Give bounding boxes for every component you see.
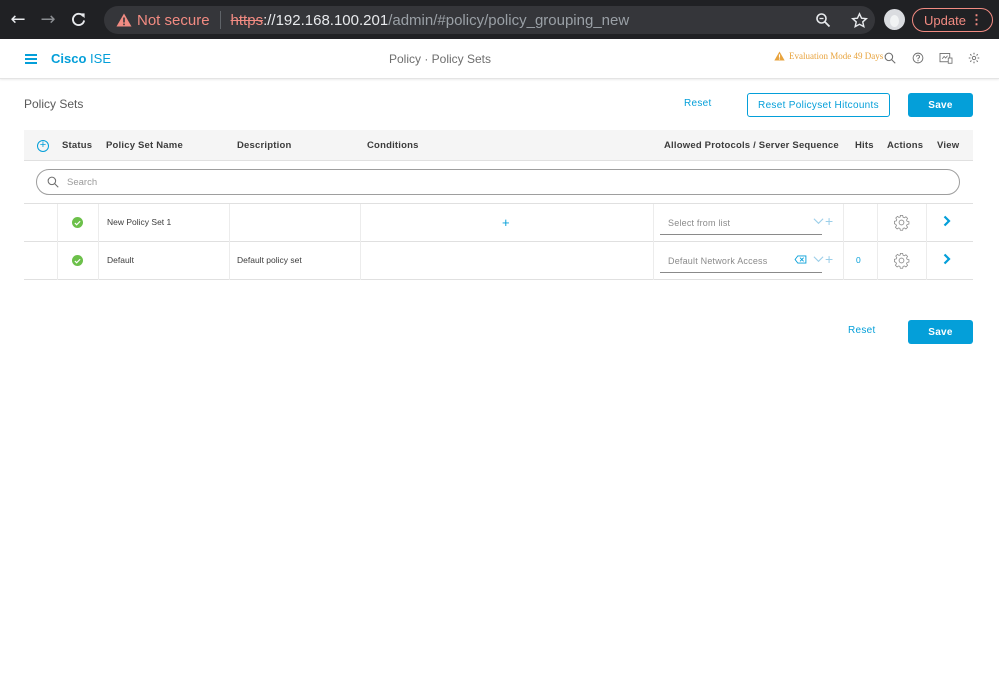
- search-icon[interactable]: [882, 50, 898, 66]
- status-enabled-icon[interactable]: [72, 217, 83, 228]
- update-button[interactable]: Update ⋮: [912, 8, 993, 32]
- settings-icon[interactable]: [966, 50, 982, 66]
- search-input[interactable]: [67, 176, 867, 188]
- update-label: Update: [924, 12, 966, 28]
- footer-save-button[interactable]: Save: [908, 320, 973, 344]
- bookmark-star-icon[interactable]: [849, 10, 869, 30]
- page-title: Policy Sets: [24, 97, 84, 111]
- chevron-right-icon[interactable]: [943, 253, 951, 265]
- col-conditions: Conditions: [367, 140, 419, 151]
- add-sequence-icon[interactable]: +: [825, 213, 833, 229]
- table-row[interactable]: Default Default policy set Default Netwo…: [24, 242, 973, 280]
- forward-button[interactable]: →: [35, 7, 61, 33]
- search-icon: [47, 176, 59, 188]
- search-row: [24, 161, 973, 204]
- browser-toolbar: ← → Not secure https://192.168.100.201/a…: [0, 0, 999, 39]
- footer-reset-button[interactable]: Reset: [848, 325, 876, 336]
- url-text[interactable]: https://192.168.100.201/admin/#policy/po…: [231, 12, 630, 29]
- search-field[interactable]: [36, 169, 960, 195]
- url-scheme: https: [230, 11, 264, 29]
- col-view: View: [937, 140, 960, 151]
- add-sequence-icon[interactable]: +: [825, 251, 833, 267]
- protocol-select-value: Default Network Access: [668, 256, 768, 266]
- hits-count[interactable]: 0: [856, 255, 861, 265]
- policy-set-name[interactable]: New Policy Set 1: [107, 217, 171, 227]
- add-condition-icon[interactable]: +: [502, 215, 510, 230]
- evaluation-notice[interactable]: Evaluation Mode 49 Days: [774, 51, 883, 61]
- status-enabled-icon[interactable]: [72, 255, 83, 266]
- col-hits: Hits: [855, 140, 874, 151]
- chevron-down-icon[interactable]: [813, 217, 824, 225]
- add-policy-set-icon[interactable]: +: [37, 140, 49, 152]
- url-path: /admin/#policy/policy_grouping_new: [388, 11, 630, 29]
- reload-button[interactable]: [65, 7, 91, 33]
- reset-hitcounts-button[interactable]: Reset Policyset Hitcounts: [747, 93, 890, 117]
- table-header: + Status Policy Set Name Description Con…: [24, 130, 973, 161]
- back-button[interactable]: ←: [5, 7, 31, 33]
- col-status: Status: [62, 140, 93, 151]
- zoom-icon[interactable]: [813, 10, 833, 30]
- help-icon[interactable]: [910, 50, 926, 66]
- more-menu-icon: ⋮: [970, 12, 983, 27]
- not-secure-label[interactable]: Not secure: [137, 12, 210, 29]
- policy-sets-table: + Status Policy Set Name Description Con…: [24, 130, 973, 280]
- address-bar[interactable]: Not secure https://192.168.100.201/admin…: [104, 6, 875, 34]
- gear-icon[interactable]: [893, 252, 910, 269]
- col-name[interactable]: Policy Set Name: [106, 140, 183, 151]
- reload-icon: [71, 12, 85, 27]
- col-description[interactable]: Description: [237, 140, 291, 151]
- col-protocols: Allowed Protocols / Server Sequence: [664, 140, 839, 151]
- evaluation-text: Evaluation Mode 49 Days: [789, 51, 884, 61]
- url-host: ://192.168.100.201: [263, 11, 389, 29]
- policy-set-name: Default: [107, 255, 134, 265]
- page-breadcrumb: Policy · Policy Sets: [388, 52, 492, 66]
- protocol-select-value: Select from list: [668, 218, 731, 228]
- app-header: Cisco ISE Policy · Policy Sets Evaluatio…: [0, 39, 999, 79]
- chevron-down-icon[interactable]: [813, 255, 824, 263]
- policy-set-description: Default policy set: [237, 255, 302, 265]
- save-button[interactable]: Save: [908, 93, 973, 117]
- reset-button[interactable]: Reset: [684, 98, 712, 109]
- chevron-right-icon[interactable]: [943, 215, 951, 227]
- omnibox-divider: [219, 11, 221, 29]
- table-row[interactable]: New Policy Set 1 + Select from list +: [24, 204, 973, 242]
- profile-avatar[interactable]: [884, 9, 905, 30]
- warning-icon: [774, 51, 785, 61]
- protocol-select[interactable]: Select from list +: [660, 211, 833, 235]
- warning-icon: [116, 12, 132, 28]
- clear-icon[interactable]: [794, 255, 807, 264]
- gear-icon[interactable]: [893, 214, 910, 231]
- notifications-icon[interactable]: [938, 50, 954, 66]
- protocol-select[interactable]: Default Network Access +: [660, 249, 833, 273]
- col-actions: Actions: [887, 140, 924, 151]
